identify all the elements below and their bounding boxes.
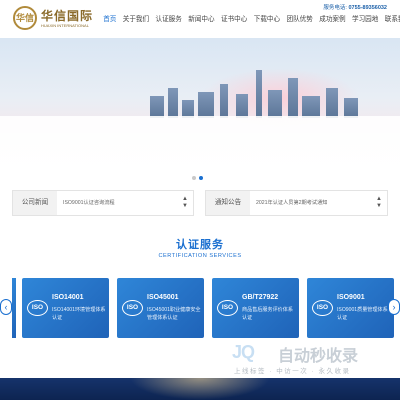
cert-code: ISO14001 xyxy=(52,294,84,301)
announcement-bar: 通知公告 2021年认证人员第2期考试通知 ▲ ▼ xyxy=(205,190,388,216)
cert-description: ISO14001环境管理体系认证 xyxy=(52,307,106,321)
skyline-tower xyxy=(256,70,262,118)
page: 华信 华信国际 HUAXIN INTERNATIONAL 服务电话: 0755-… xyxy=(0,0,400,400)
cert-card-iso9001[interactable]: ISO ISO9001 ISO9001质量管理体系认证 xyxy=(307,278,394,338)
banner-dot[interactable] xyxy=(192,176,196,180)
announcement-scroller[interactable]: ▲ ▼ xyxy=(376,196,382,210)
watermark-logo: JQ xyxy=(232,342,255,362)
nav-item-home[interactable]: 首页 xyxy=(100,14,120,26)
watermark-slogan: 上线标签 · 中访一次 · 永久收录 xyxy=(234,368,351,375)
cert-description: 商品售后服务评价体系认证 xyxy=(242,307,293,321)
certification-carousel: ISO ISO14001 ISO14001环境管理体系认证 ISO ISO450… xyxy=(0,278,400,338)
iso-badge-icon: ISO xyxy=(217,300,238,316)
company-news-label: 公司新闻 xyxy=(13,191,57,215)
cert-code: ISO45001 xyxy=(147,294,179,301)
cert-card-gbt27922[interactable]: ISO GB/T27922 商品售后服务评价体系认证 xyxy=(212,278,299,338)
logo-emblem-icon: 华信 xyxy=(13,6,37,30)
iso-badge-icon: ISO xyxy=(122,300,143,316)
partial-card[interactable] xyxy=(12,278,16,338)
logo-english-name: HUAXIN INTERNATIONAL xyxy=(41,23,89,28)
skyline-building xyxy=(344,98,358,118)
iso-badge-icon: ISO xyxy=(27,300,48,316)
watermark-text: 自动秒收录 xyxy=(278,348,359,365)
footer-band xyxy=(0,378,400,400)
logo-chinese-name: 华信国际 xyxy=(41,9,94,23)
banner-dot-active[interactable] xyxy=(199,176,203,180)
skyline-building xyxy=(288,78,298,118)
site-header: 华信 华信国际 HUAXIN INTERNATIONAL 服务电话: 0755-… xyxy=(0,0,400,38)
skyline-building xyxy=(326,88,338,118)
chevron-down-icon[interactable]: ▼ xyxy=(376,203,382,210)
nav-item-contact[interactable]: 联系我们 xyxy=(382,14,400,26)
company-news-scroller[interactable]: ▲ ▼ xyxy=(182,196,188,210)
company-news-headline[interactable]: ISO9001认证咨询流程 xyxy=(63,191,115,215)
hotline-label: 服务电话: xyxy=(323,5,347,11)
chevron-up-icon[interactable]: ▲ xyxy=(182,196,188,203)
nav-item-about[interactable]: 关于我们 xyxy=(120,14,153,26)
cert-description: ISO45001职业健康安全管理体系认证 xyxy=(147,307,201,321)
nav-item-cases[interactable]: 成功案例 xyxy=(316,14,349,26)
cert-card-iso45001[interactable]: ISO ISO45001 ISO45001职业健康安全管理体系认证 xyxy=(117,278,204,338)
skyline-building xyxy=(236,94,248,118)
cert-code: GB/T27922 xyxy=(242,294,279,301)
skyline-building xyxy=(220,84,228,118)
nav-item-certification[interactable]: 认证服务 xyxy=(152,14,185,26)
skyline-building xyxy=(198,92,214,118)
nav-item-team[interactable]: 团队优势 xyxy=(283,14,316,26)
nav-item-certificates[interactable]: 证书中心 xyxy=(218,14,251,26)
skyline-building xyxy=(302,96,320,118)
announcement-label: 通知公告 xyxy=(206,191,250,215)
announcement-headline[interactable]: 2021年认证人员第2期考试通知 xyxy=(256,191,328,215)
skyline-building xyxy=(150,96,164,118)
iso-badge-icon: ISO xyxy=(312,300,333,316)
company-news-bar: 公司新闻 ISO9001认证咨询流程 ▲ ▼ xyxy=(12,190,194,216)
section-subtitle: CERTIFICATION SERVICES xyxy=(158,253,242,259)
cert-code: ISO9001 xyxy=(337,294,365,301)
watermark: JQ 自动秒收录 上线标签 · 中访一次 · 永久收录 xyxy=(232,340,392,376)
site-logo[interactable]: 华信 华信国际 HUAXIN INTERNATIONAL xyxy=(13,6,103,32)
city-skyline-image xyxy=(0,68,400,118)
carousel-prev-button[interactable]: ‹ xyxy=(0,299,12,315)
nav-item-news[interactable]: 新闻中心 xyxy=(185,14,218,26)
nav-item-downloads[interactable]: 下载中心 xyxy=(251,14,284,26)
chevron-down-icon[interactable]: ▼ xyxy=(182,203,188,210)
cert-card-iso14001[interactable]: ISO ISO14001 ISO14001环境管理体系认证 xyxy=(22,278,109,338)
skyline-building xyxy=(168,88,178,118)
banner-pagination xyxy=(192,176,203,180)
hero-banner[interactable] xyxy=(0,38,400,188)
service-hotline: 服务电话: 0755-89356032 xyxy=(323,3,387,11)
footer-glow xyxy=(130,378,270,400)
cert-description: ISO9001质量管理体系认证 xyxy=(337,307,388,321)
section-title: 认证服务 xyxy=(176,239,224,251)
carousel-next-button[interactable]: › xyxy=(388,299,400,315)
skyline-building xyxy=(268,90,282,118)
main-nav: 首页 关于我们 认证服务 新闻中心 证书中心 下载中心 团队优势 成功案例 学习… xyxy=(100,14,400,26)
hotline-number: 0755-89356032 xyxy=(348,5,387,11)
chevron-up-icon[interactable]: ▲ xyxy=(376,196,382,203)
nav-item-learning[interactable]: 学习园地 xyxy=(349,14,382,26)
